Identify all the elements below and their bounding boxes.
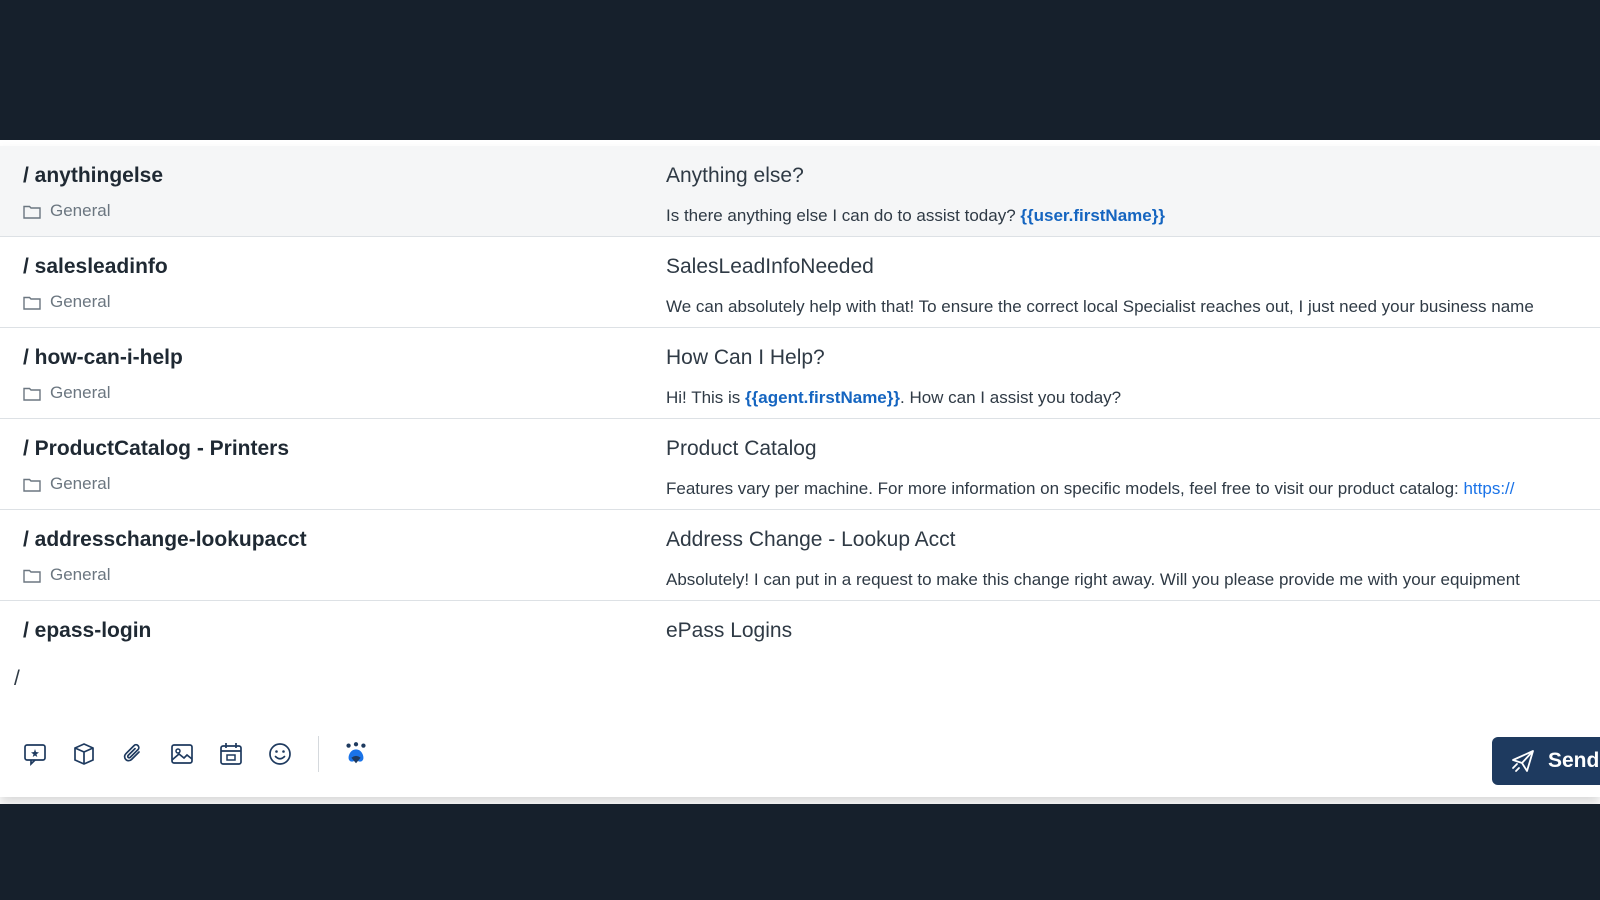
snippet-body: Hi! This is {{agent.firstName}}. How can… <box>666 388 1583 408</box>
snippet-body-text: Hi! This is <box>666 388 746 407</box>
snippet-category-label: General <box>50 292 111 311</box>
emoji-icon[interactable] <box>267 741 293 767</box>
snippet-title: Product Catalog <box>666 437 817 460</box>
snippet-body-text: Features vary per machine. For more info… <box>666 479 1464 498</box>
snippet-category-label: General <box>50 474 111 493</box>
folder-icon <box>23 296 41 310</box>
bottom-backdrop <box>0 804 1600 900</box>
snippet-shortcut: / salesleadinfo <box>23 255 168 278</box>
chat-composer-panel: / anythingelse General Anything else? Is… <box>0 140 1600 804</box>
snippet-category: General <box>23 474 110 494</box>
snippet-title: SalesLeadInfoNeeded <box>666 255 874 278</box>
snippet-body: We can absolutely help with that! To ens… <box>666 297 1583 317</box>
top-backdrop <box>0 0 1600 140</box>
paperclip-icon[interactable] <box>120 741 146 767</box>
snippet-body-text: Absolutely! I can put in a request to ma… <box>666 570 1520 589</box>
calendar-icon[interactable] <box>218 741 244 767</box>
snippet-row-epass-login[interactable]: / epass-login ePass Logins <box>0 601 1600 661</box>
snippet-category-label: General <box>50 565 111 584</box>
catalog-link[interactable]: https:// <box>1463 479 1514 498</box>
snippet-title: How Can I Help? <box>666 346 825 369</box>
snippet-body-text: We can absolutely help with that! To ens… <box>666 297 1534 316</box>
send-button[interactable]: Send <box>1492 737 1600 785</box>
folder-icon <box>23 569 41 583</box>
snippet-shortcut: / ProductCatalog - Printers <box>23 437 290 460</box>
snippet-category-label: General <box>50 201 111 220</box>
snippet-title: Anything else? <box>666 164 804 187</box>
snippet-category: General <box>23 383 110 403</box>
folder-icon <box>23 387 41 401</box>
snippet-title: Address Change - Lookup Acct <box>666 528 956 551</box>
snippet-body: Is there anything else I can do to assis… <box>666 206 1583 226</box>
snippet-category: General <box>23 292 110 312</box>
snippet-shortcut: / how-can-i-help <box>23 346 183 369</box>
snippet-shortcut: / anythingelse <box>23 164 164 187</box>
snippet-body-text: Is there anything else I can do to assis… <box>666 206 1021 225</box>
folder-icon <box>23 478 41 492</box>
template-variable: {{user.firstName}} <box>1020 206 1165 225</box>
folder-icon <box>23 205 41 219</box>
snippet-row-anythingelse[interactable]: / anythingelse General Anything else? Is… <box>0 146 1600 237</box>
snippet-row-addresschange-lookupacct[interactable]: / addresschange-lookupacct General Addre… <box>0 510 1600 601</box>
send-label: Send <box>1548 749 1600 772</box>
snippet-row-productcatalog-printers[interactable]: / ProductCatalog - Printers General Prod… <box>0 419 1600 510</box>
snippet-category-label: General <box>50 383 111 402</box>
snippet-body-text-after: . How can I assist you today? <box>900 388 1122 407</box>
canned-response-icon[interactable] <box>22 741 48 767</box>
toolbar-divider <box>318 736 319 772</box>
snippet-shortcut: / addresschange-lookupacct <box>23 528 307 551</box>
snippet-row-salesleadinfo[interactable]: / salesleadinfo General SalesLeadInfoNee… <box>0 237 1600 328</box>
image-icon[interactable] <box>169 741 195 767</box>
snippet-body: Features vary per machine. For more info… <box>666 479 1583 499</box>
snippet-row-how-can-i-help[interactable]: / how-can-i-help General How Can I Help?… <box>0 328 1600 419</box>
send-icon <box>1512 750 1534 772</box>
snippet-shortcut: / epass-login <box>23 619 152 642</box>
knowledge-base-icon[interactable] <box>71 741 97 767</box>
composer-toolbar <box>22 736 392 772</box>
snippet-title: ePass Logins <box>666 619 793 642</box>
snippet-category: General <box>23 565 110 585</box>
message-input[interactable]: / <box>14 667 20 691</box>
ai-assist-icon[interactable] <box>343 741 369 767</box>
snippet-category: General <box>23 201 110 221</box>
snippet-body: Absolutely! I can put in a request to ma… <box>666 570 1583 590</box>
template-variable: {{agent.firstName}} <box>745 388 900 407</box>
snippet-suggestions-dropdown: / anythingelse General Anything else? Is… <box>0 146 1600 797</box>
